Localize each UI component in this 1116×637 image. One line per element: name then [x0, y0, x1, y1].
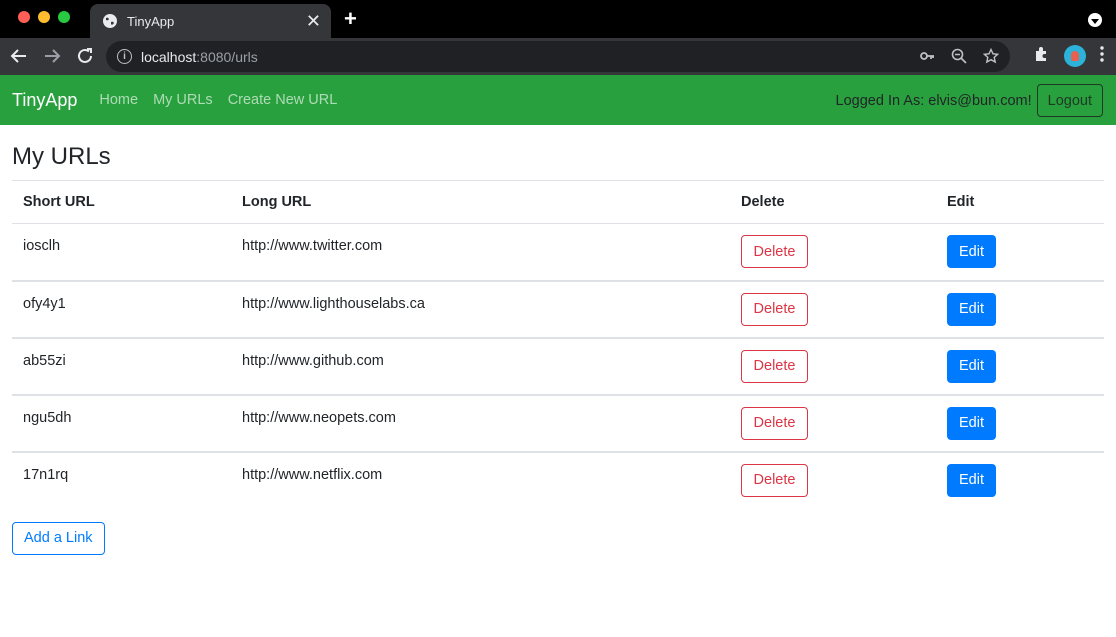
omnibox-actions	[918, 47, 1000, 65]
nav-link-home[interactable]: Home	[99, 92, 138, 108]
column-header-long-url: Long URL	[231, 180, 730, 224]
delete-button[interactable]: Delete	[741, 463, 808, 497]
toolbar-right	[1033, 45, 1104, 67]
table-header-row: Short URL Long URL Delete Edit	[12, 180, 1104, 224]
logged-in-text: Logged In As: elvis@bun.com!	[835, 92, 1032, 109]
new-tab-button[interactable]: +	[344, 8, 357, 30]
long-url-cell: http://www.netflix.com	[242, 466, 383, 483]
address-bar[interactable]: i localhost:8080/urls	[106, 41, 1010, 72]
back-arrow-icon[interactable]	[8, 45, 30, 67]
menu-kebab-icon[interactable]	[1100, 45, 1104, 67]
table-row: ngu5dh http://www.neopets.com Delete Edi…	[12, 394, 1104, 453]
window-controls	[18, 11, 70, 23]
main-content: My URLs Short URL Long URL Delete Edit i…	[0, 143, 1116, 555]
delete-cell: Delete	[730, 394, 936, 453]
info-icon[interactable]: i	[117, 49, 132, 64]
table-row: ofy4y1 http://www.lighthouselabs.ca Dele…	[12, 280, 1104, 339]
delete-cell: Delete	[730, 223, 936, 282]
app-navbar: TinyApp Home My URLs Create New URL Logg…	[0, 75, 1116, 125]
forward-arrow-icon[interactable]	[41, 45, 63, 67]
close-tab-icon[interactable]: ✕	[306, 12, 321, 30]
delete-button[interactable]: Delete	[741, 292, 808, 326]
long-url-cell: http://www.twitter.com	[231, 223, 730, 282]
table-row: iosclh http://www.twitter.com Delete Edi…	[12, 223, 1104, 282]
brand-link[interactable]: TinyApp	[12, 90, 77, 111]
edit-button[interactable]: Edit	[947, 406, 996, 440]
delete-button[interactable]: Delete	[741, 406, 808, 440]
long-url-cell: http://www.neopets.com	[231, 394, 730, 453]
delete-button[interactable]: Delete	[741, 235, 808, 268]
tab-search-icon[interactable]	[1088, 13, 1102, 27]
edit-button[interactable]: Edit	[947, 349, 996, 383]
edit-cell: Edit	[936, 223, 1104, 282]
extensions-icon[interactable]	[1033, 45, 1050, 67]
edit-button[interactable]: Edit	[947, 292, 996, 326]
globe-icon	[103, 14, 117, 28]
profile-avatar[interactable]	[1064, 45, 1086, 67]
short-url-cell: ofy4y1	[12, 280, 231, 339]
short-url-cell: 17n1rq	[23, 466, 69, 483]
short-url-cell: ngu5dh	[12, 394, 231, 453]
reload-icon[interactable]	[74, 45, 96, 67]
delete-cell: Delete	[730, 337, 936, 396]
edit-cell: Edit	[936, 394, 1104, 453]
star-icon[interactable]	[982, 47, 1000, 65]
column-header-delete: Delete	[730, 180, 936, 224]
page-title: My URLs	[12, 143, 111, 170]
key-icon[interactable]	[918, 47, 936, 65]
table-row: 17n1rq http://www.netflix.com Delete Edi…	[12, 452, 1104, 509]
browser-toolbar: i localhost:8080/urls	[0, 38, 1116, 75]
nav-link-my-urls[interactable]: My URLs	[153, 92, 213, 108]
edit-cell: Edit	[936, 280, 1104, 339]
long-url-cell: http://www.lighthouselabs.ca	[231, 280, 730, 339]
delete-button[interactable]: Delete	[741, 349, 808, 383]
close-window-button[interactable]	[18, 11, 30, 23]
logout-button[interactable]: Logout	[1036, 84, 1103, 117]
minimize-window-button[interactable]	[38, 11, 50, 23]
urls-table: Short URL Long URL Delete Edit iosclh ht…	[12, 180, 1104, 509]
edit-button[interactable]: Edit	[947, 235, 996, 268]
short-url-cell: iosclh	[12, 223, 231, 282]
nav-link-create-new-url[interactable]: Create New URL	[228, 92, 338, 108]
zoom-icon[interactable]	[950, 47, 968, 65]
delete-cell: Delete	[730, 280, 936, 339]
browser-tabstrip: TinyApp ✕ +	[0, 0, 1116, 38]
table-row: ab55zi http://www.github.com Delete Edit	[12, 337, 1104, 396]
short-url-cell: ab55zi	[12, 337, 231, 396]
edit-cell: Edit	[936, 452, 1104, 509]
add-link-button[interactable]: Add a Link	[12, 521, 105, 555]
delete-cell: Delete	[730, 452, 936, 509]
column-header-edit: Edit	[936, 180, 1104, 224]
long-url-cell: http://www.github.com	[231, 337, 730, 396]
tab-title: TinyApp	[127, 13, 175, 29]
maximize-window-button[interactable]	[58, 11, 70, 23]
user-area: Logged In As: elvis@bun.com! Logout	[836, 84, 1103, 117]
column-header-short-url: Short URL	[12, 180, 231, 224]
edit-cell: Edit	[936, 337, 1104, 396]
url-path: :8080/urls	[196, 48, 258, 65]
edit-button[interactable]: Edit	[947, 463, 996, 497]
url-host: localhost	[141, 48, 197, 65]
browser-tab[interactable]: TinyApp ✕	[90, 4, 331, 38]
